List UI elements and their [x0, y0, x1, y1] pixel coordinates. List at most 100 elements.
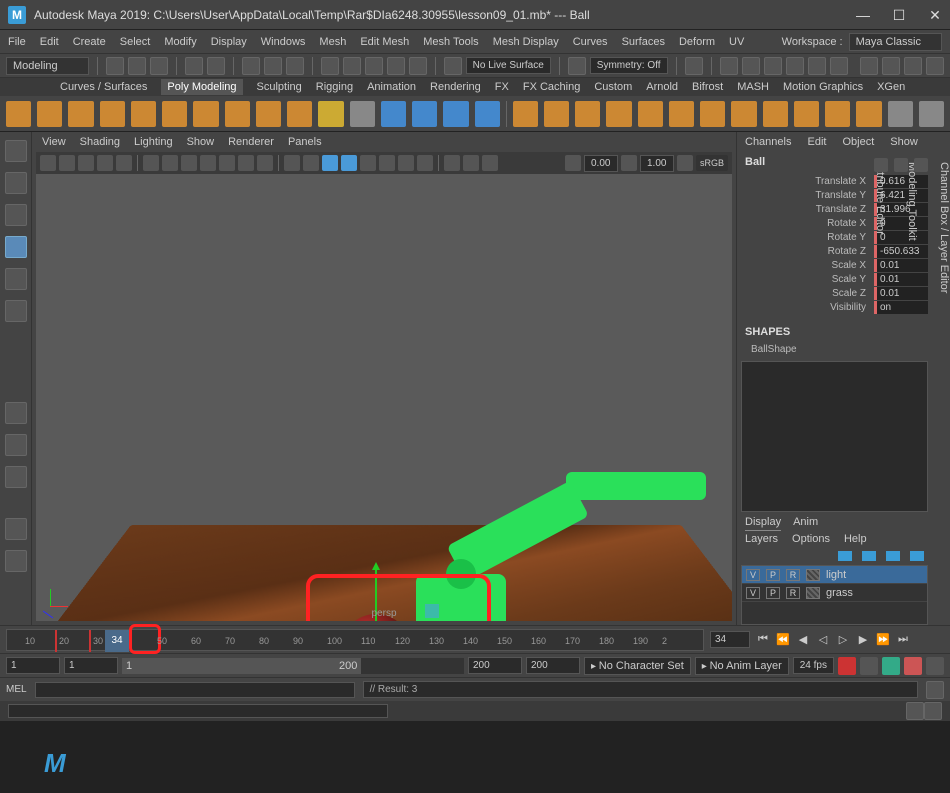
vp-shading[interactable]: Shading: [80, 136, 120, 148]
symmetry-field[interactable]: Symmetry: Off: [590, 57, 668, 74]
shelf-tab-arnold[interactable]: Arnold: [646, 81, 678, 93]
layer-vis-toggle[interactable]: V: [746, 569, 760, 581]
vp-show[interactable]: Show: [187, 136, 215, 148]
snap-live-icon[interactable]: [409, 57, 427, 75]
shelf-tab-animation[interactable]: Animation: [367, 81, 416, 93]
save-scene-icon[interactable]: [150, 57, 168, 75]
menu-modify[interactable]: Modify: [164, 36, 196, 48]
vp-safe-action-icon[interactable]: [238, 155, 254, 171]
vp-exposure-field[interactable]: 0.00: [584, 155, 618, 172]
vp-panels[interactable]: Panels: [288, 136, 322, 148]
cb-channels[interactable]: Channels: [745, 136, 791, 148]
layer-color[interactable]: [806, 587, 820, 599]
playback-prefs-icon[interactable]: [904, 657, 922, 675]
hypershade-icon[interactable]: [786, 57, 804, 75]
combine-icon[interactable]: [513, 101, 538, 127]
menu-uv[interactable]: UV: [729, 36, 744, 48]
workspace-select[interactable]: Maya Classic: [849, 33, 942, 51]
shelf-tab-bifrost[interactable]: Bifrost: [692, 81, 723, 93]
move-tool[interactable]: [5, 236, 27, 258]
menu-edit-mesh[interactable]: Edit Mesh: [360, 36, 409, 48]
minimize-button[interactable]: —: [856, 8, 870, 22]
vp-xray-icon[interactable]: [463, 155, 479, 171]
shelf-tab-fx[interactable]: FX: [495, 81, 509, 93]
vp-bookmark-icon[interactable]: [59, 155, 75, 171]
ipr-icon[interactable]: [742, 57, 760, 75]
vp-grid-icon[interactable]: [143, 155, 159, 171]
snap-point-icon[interactable]: [365, 57, 383, 75]
script-editor-icon[interactable]: [926, 681, 944, 699]
vp-lighting[interactable]: Lighting: [134, 136, 173, 148]
select-mode-icon[interactable]: [242, 57, 260, 75]
vp-textured-icon[interactable]: [322, 155, 338, 171]
vp-shaded-icon[interactable]: [303, 155, 319, 171]
construction-history-icon[interactable]: [685, 57, 703, 75]
layer-row[interactable]: VPRlight: [742, 566, 927, 584]
vp-grease-icon[interactable]: [116, 155, 132, 171]
cb-edit[interactable]: Edit: [807, 136, 826, 148]
vp-ao-icon[interactable]: [379, 155, 395, 171]
layer-add-icon[interactable]: [886, 551, 900, 561]
live-icon[interactable]: [444, 57, 462, 75]
shelf-tab-mash[interactable]: MASH: [737, 81, 769, 93]
poly-superellipse-icon[interactable]: [381, 101, 406, 127]
layer-playback-toggle[interactable]: P: [766, 587, 780, 599]
poly-disc-icon[interactable]: [193, 101, 218, 127]
poly-cube-icon[interactable]: [37, 101, 62, 127]
poly-svg-icon[interactable]: [350, 101, 375, 127]
range-end-outer[interactable]: 200: [526, 657, 580, 674]
paint-select-icon[interactable]: [286, 57, 304, 75]
character-set-select[interactable]: ▸ No Character Set: [584, 657, 691, 675]
poly-cone-icon[interactable]: [100, 101, 125, 127]
render-frame-icon[interactable]: [720, 57, 738, 75]
menu-mesh[interactable]: Mesh: [319, 36, 346, 48]
tab-modeling-toolkit[interactable]: Modeling Toolkit: [906, 162, 918, 625]
vp-safe-title-icon[interactable]: [257, 155, 273, 171]
poly-gear-icon[interactable]: [412, 101, 437, 127]
step-back-icon[interactable]: ◀: [796, 633, 810, 647]
poly-torus-icon[interactable]: [131, 101, 156, 127]
anim-prefs-icon[interactable]: [882, 657, 900, 675]
vp-xray-joints-icon[interactable]: [482, 155, 498, 171]
vp-select-camera-icon[interactable]: [40, 155, 56, 171]
layout-two-icon[interactable]: [5, 466, 27, 488]
lasso-icon[interactable]: [264, 57, 282, 75]
menu-mesh-tools[interactable]: Mesh Tools: [423, 36, 478, 48]
menu-windows[interactable]: Windows: [261, 36, 306, 48]
target-weld-icon[interactable]: [763, 101, 788, 127]
poly-prism-icon[interactable]: [287, 101, 312, 127]
tab-channel-box[interactable]: Channel Box / Layer Editor: [938, 162, 950, 625]
quad-draw-icon[interactable]: [919, 101, 944, 127]
new-scene-icon[interactable]: [106, 57, 124, 75]
vp-2d-pan-icon[interactable]: [97, 155, 113, 171]
vp-view[interactable]: View: [42, 136, 66, 148]
anim-tab[interactable]: Anim: [793, 516, 818, 531]
poly-cylinder-icon[interactable]: [68, 101, 93, 127]
tab-attribute-editor[interactable]: Attribute Editor: [874, 162, 886, 625]
layer-ref-toggle[interactable]: R: [786, 587, 800, 599]
graph-editor-icon[interactable]: [904, 57, 922, 75]
live-surface-field[interactable]: No Live Surface: [466, 57, 551, 74]
layer-color[interactable]: [806, 569, 820, 581]
select-tool[interactable]: [5, 140, 27, 162]
layer-vis-icon[interactable]: [838, 551, 852, 561]
render-settings-icon[interactable]: [764, 57, 782, 75]
anim-layer-select[interactable]: ▸ No Anim Layer: [695, 657, 789, 675]
step-forward-key-icon[interactable]: ⏩: [876, 633, 890, 647]
vp-image-plane-icon[interactable]: [78, 155, 94, 171]
fps-select[interactable]: 24 fps: [793, 657, 834, 674]
command-input[interactable]: [35, 682, 355, 698]
undo-icon[interactable]: [185, 57, 203, 75]
cb-show[interactable]: Show: [890, 136, 918, 148]
snap-curve-icon[interactable]: [343, 57, 361, 75]
render-view-icon[interactable]: [808, 57, 826, 75]
poly-plane-icon[interactable]: [162, 101, 187, 127]
symmetry-icon[interactable]: [568, 57, 586, 75]
go-end-icon[interactable]: ⏭: [896, 633, 910, 647]
shelf-tab-rendering[interactable]: Rendering: [430, 81, 481, 93]
vp-resolution-gate-icon[interactable]: [181, 155, 197, 171]
mirror-icon[interactable]: [825, 101, 850, 127]
time-slider[interactable]: 34 1020305060708090100110120130140150160…: [0, 625, 950, 653]
scale-tool[interactable]: [5, 300, 27, 322]
vp-antialias-icon[interactable]: [417, 155, 433, 171]
